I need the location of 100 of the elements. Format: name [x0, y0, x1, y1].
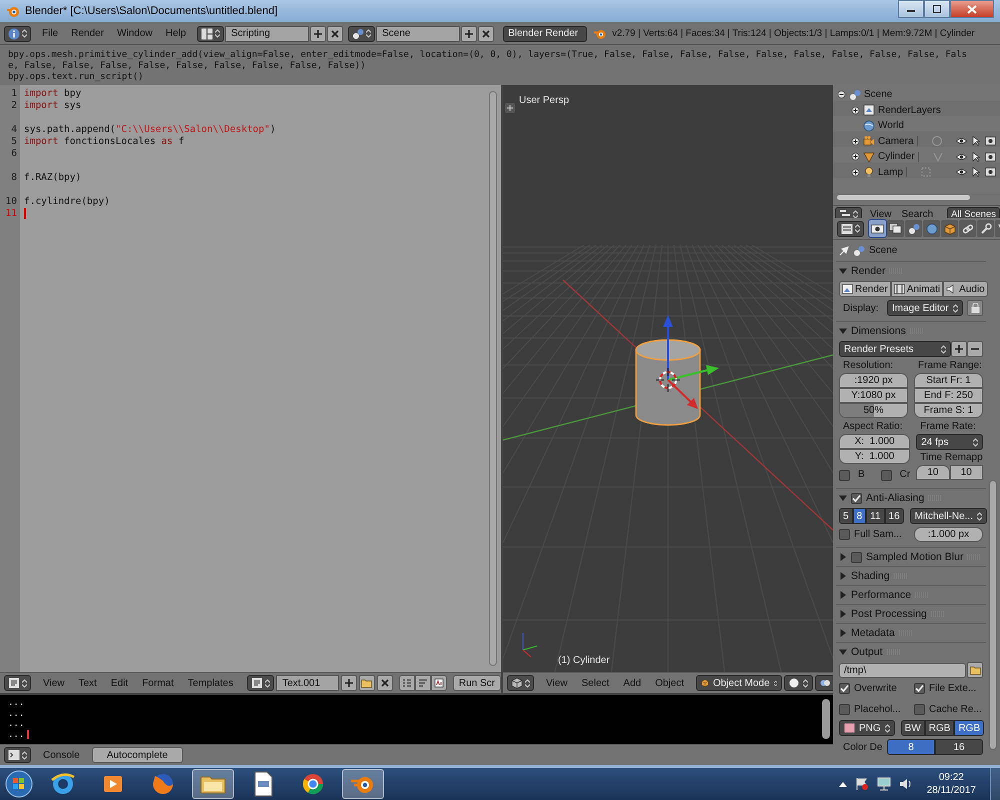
- mode-dropdown[interactable]: Object Mode: [696, 675, 782, 691]
- scrollbar[interactable]: [489, 91, 497, 666]
- cursor-arrow-icon[interactable]: [972, 167, 980, 178]
- outliner-item[interactable]: RenderLayers: [878, 104, 941, 116]
- checkbox[interactable]: [914, 704, 925, 715]
- outliner-item[interactable]: Scene: [864, 89, 892, 100]
- scrollbar[interactable]: [822, 699, 830, 739]
- properties-tab[interactable]: [977, 220, 994, 237]
- cursor-arrow-icon[interactable]: [972, 136, 980, 146]
- number-field[interactable]: Y:1080 px: [839, 388, 908, 403]
- syntax-highlight-toggle[interactable]: [430, 675, 447, 691]
- checkbox[interactable]: [839, 529, 850, 540]
- eye-icon[interactable]: [956, 152, 967, 161]
- color-depth-button[interactable]: 8: [887, 739, 935, 755]
- menu-item[interactable]: Format: [136, 678, 180, 688]
- menu-item[interactable]: Edit: [104, 678, 134, 688]
- menu-item[interactable]: View: [866, 209, 896, 218]
- properties-tab[interactable]: [887, 220, 904, 237]
- display-dropdown[interactable]: Image Editor: [887, 300, 963, 316]
- menu-item[interactable]: Add: [617, 678, 648, 688]
- checkbox[interactable]: [839, 683, 850, 694]
- close-button[interactable]: [950, 0, 994, 18]
- scene-field[interactable]: Scene: [376, 26, 460, 42]
- sample-count-button[interactable]: 8: [852, 508, 866, 524]
- clock[interactable]: 09:22 28/11/2017: [926, 771, 976, 797]
- display-mode-dropdown[interactable]: All Scenes: [947, 206, 1000, 218]
- autocomplete-button[interactable]: Autocomplete: [92, 747, 183, 763]
- expand-toggle-icon[interactable]: [851, 106, 860, 115]
- menu-item[interactable]: Console: [37, 750, 86, 760]
- show-desktop-button[interactable]: [990, 768, 1000, 800]
- panel-header[interactable]: Anti-Aliasing: [836, 489, 986, 507]
- render-camera-icon[interactable]: [985, 136, 996, 146]
- render-button[interactable]: Render: [839, 281, 891, 297]
- menu-item[interactable]: Help: [160, 28, 192, 39]
- checkbox[interactable]: [914, 683, 925, 694]
- panel-header[interactable]: Dimensions: [836, 322, 986, 340]
- text-name-field[interactable]: Text.001: [276, 675, 339, 691]
- sample-count-button[interactable]: 5: [839, 508, 853, 524]
- menu-item[interactable]: Search: [898, 209, 938, 218]
- percentage-slider[interactable]: 50%: [839, 403, 908, 418]
- editor-type-button[interactable]: [837, 220, 864, 236]
- eye-icon[interactable]: [956, 137, 967, 146]
- add-preset-button[interactable]: [951, 341, 967, 357]
- toolshelf-toggle-icon[interactable]: [505, 103, 515, 113]
- panel-header[interactable]: Render: [836, 262, 986, 280]
- menu-item[interactable]: View: [540, 678, 574, 688]
- pin-icon[interactable]: [839, 246, 849, 256]
- checkbox[interactable]: [851, 552, 862, 562]
- maximize-button[interactable]: [924, 0, 950, 18]
- word-wrap-toggle[interactable]: [414, 675, 431, 691]
- menu-item[interactable]: Select: [576, 678, 616, 688]
- color-depth-button[interactable]: 16: [935, 739, 983, 755]
- unlink-text-button[interactable]: [376, 675, 393, 691]
- number-field[interactable]: 10: [916, 465, 950, 480]
- run-script-button[interactable]: Run Scr: [452, 675, 501, 691]
- minimize-button[interactable]: [898, 0, 924, 18]
- cursor-arrow-icon[interactable]: [972, 152, 980, 162]
- network-icon[interactable]: [876, 777, 891, 791]
- pivot-dropdown[interactable]: [815, 675, 833, 691]
- properties-tab[interactable]: [905, 220, 922, 237]
- number-field[interactable]: X: 1.000: [839, 434, 910, 449]
- editor-type-button[interactable]: [507, 675, 534, 691]
- remove-button[interactable]: [478, 26, 494, 42]
- remove-preset-button[interactable]: [967, 341, 983, 357]
- add-button[interactable]: [461, 26, 478, 42]
- cylinder-drawing[interactable]: [635, 339, 701, 426]
- expand-toggle-icon[interactable]: [851, 168, 860, 177]
- panel-header[interactable]: Post Processing: [836, 605, 986, 623]
- number-field[interactable]: Y: 1.000: [839, 449, 910, 464]
- render-camera-icon[interactable]: [985, 152, 996, 162]
- new-text-button[interactable]: [340, 675, 357, 691]
- outliner-item[interactable]: Lamp: [878, 166, 904, 178]
- transform-manipulator-drawing[interactable]: [663, 315, 719, 409]
- menu-item[interactable]: Object: [649, 678, 690, 688]
- audio-button[interactable]: Audio: [943, 281, 988, 297]
- scrollbar[interactable]: [989, 480, 997, 750]
- checkbox[interactable]: [839, 470, 850, 481]
- number-field[interactable]: :1920 px: [839, 373, 908, 388]
- viewport-shading-dropdown[interactable]: [784, 675, 813, 691]
- start-button[interactable]: [4, 769, 34, 799]
- number-field[interactable]: :1.000 px: [914, 527, 983, 542]
- editor-type-button[interactable]: [4, 675, 31, 691]
- properties-tab[interactable]: [869, 220, 886, 237]
- render-camera-icon[interactable]: [985, 167, 996, 178]
- editor-type-button[interactable]: [4, 747, 31, 763]
- file-format-dropdown[interactable]: PNG: [839, 720, 895, 736]
- menu-item[interactable]: Templates: [182, 678, 240, 688]
- 3d-cursor-icon[interactable]: [656, 368, 680, 392]
- number-field[interactable]: End F: 250: [914, 388, 983, 403]
- filter-dropdown[interactable]: Mitchell-Ne...: [910, 508, 987, 524]
- color-mode-button[interactable]: BW: [900, 720, 925, 736]
- remove-button[interactable]: [327, 26, 344, 42]
- expand-toggle-icon[interactable]: [851, 136, 860, 146]
- panel-header[interactable]: Performance: [836, 586, 986, 604]
- flag-icon[interactable]: [854, 777, 869, 791]
- sample-count-button[interactable]: 16: [884, 508, 904, 524]
- expand-toggle-icon[interactable]: [851, 152, 860, 162]
- number-field[interactable]: Start Fr: 1: [914, 373, 983, 388]
- checkbox[interactable]: [880, 470, 892, 481]
- render-engine-dropdown[interactable]: Blender Render: [503, 26, 588, 42]
